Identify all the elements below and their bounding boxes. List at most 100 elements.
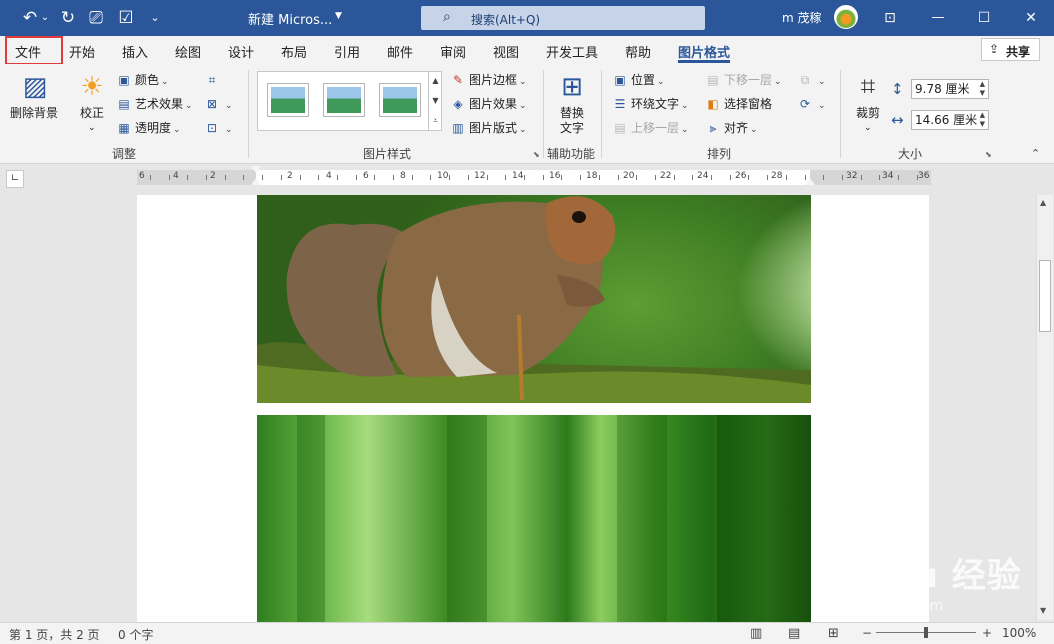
tab-view[interactable]: 视图: [493, 42, 519, 61]
alt-text-button-line2[interactable]: 文字: [560, 120, 584, 136]
collapse-ribbon-icon[interactable]: ⌃: [1031, 147, 1040, 160]
crop-button[interactable]: 裁剪: [856, 105, 880, 121]
artistic-effects-button[interactable]: ▤ 艺术效果 ⌄: [116, 96, 192, 114]
zoom-in-button[interactable]: +: [982, 626, 992, 640]
scrollbar-thumb[interactable]: [1039, 260, 1051, 332]
avatar[interactable]: [834, 5, 858, 29]
chevron-down-icon[interactable]: ▼: [335, 11, 342, 21]
height-spinner[interactable]: ▲ ▼: [980, 80, 985, 98]
close-icon[interactable]: ✕: [1021, 8, 1041, 28]
tab-insert[interactable]: 插入: [122, 42, 148, 61]
width-input[interactable]: 14.66 厘米 ▲ ▼: [911, 110, 989, 130]
print-layout-icon[interactable]: ▤: [788, 626, 800, 641]
minimize-icon[interactable]: —: [928, 8, 948, 28]
corrections-icon[interactable]: ☀: [76, 72, 108, 102]
selection-pane-button[interactable]: ◧ 选择窗格: [705, 96, 772, 112]
undo-icon[interactable]: ↶: [20, 8, 40, 28]
redo-icon[interactable]: ↻: [58, 8, 78, 28]
group-objects-button[interactable]: ⧉ ⌄: [797, 72, 826, 90]
share-button[interactable]: ⇪ 共享: [981, 38, 1040, 61]
ruler-tick: [318, 175, 319, 180]
tab-review[interactable]: 审阅: [440, 42, 466, 61]
ruler-tick: [879, 175, 880, 180]
tab-mailings[interactable]: 邮件: [387, 42, 413, 61]
form-check-icon[interactable]: ☑: [116, 8, 136, 28]
ruler-tick: [169, 175, 170, 180]
hanging-indent-marker[interactable]: [251, 178, 261, 185]
zoom-out-button[interactable]: −: [862, 626, 872, 640]
picture-styles-gallery[interactable]: [257, 71, 442, 131]
page-info[interactable]: 第 1 页，共 2 页: [9, 626, 100, 643]
position-button[interactable]: ▣ 位置 ⌄: [612, 72, 664, 90]
bamboo-photo[interactable]: [257, 415, 811, 625]
undo-dropdown-icon[interactable]: ⌄: [40, 8, 50, 28]
search-box[interactable]: ⌕ 搜索(Alt+Q): [421, 6, 705, 30]
scroll-down-icon[interactable]: ▼: [1040, 606, 1046, 615]
tab-references[interactable]: 引用: [334, 42, 360, 61]
crop-icon[interactable]: ⌗: [852, 72, 884, 102]
crop-dropdown-icon[interactable]: ⌄: [864, 120, 872, 136]
wrap-text-button[interactable]: ☰ 环绕文字 ⌄: [612, 96, 689, 114]
gallery-up-icon[interactable]: ▲: [429, 71, 442, 91]
tab-developer[interactable]: 开发工具: [546, 42, 598, 61]
tab-home[interactable]: 开始: [69, 42, 95, 61]
tab-help[interactable]: 帮助: [625, 42, 651, 61]
rotate-button[interactable]: ⟳ ⌄: [797, 96, 826, 114]
alt-text-icon[interactable]: ⊞: [556, 72, 588, 102]
tab-layout[interactable]: 布局: [281, 42, 307, 61]
color-button[interactable]: ▣ 颜色 ⌄: [116, 72, 168, 90]
change-picture-button[interactable]: ⊠ ⌄: [204, 96, 233, 114]
compress-pictures-button[interactable]: ⌗: [204, 72, 223, 88]
first-line-indent-marker[interactable]: [251, 166, 261, 173]
ribbon-display-options-icon[interactable]: ⊡: [880, 8, 900, 28]
read-mode-icon[interactable]: ▥: [750, 626, 762, 641]
bring-forward-button[interactable]: ▤ 上移一层 ⌄: [612, 120, 688, 138]
reset-picture-button[interactable]: ⊡ ⌄: [204, 120, 233, 138]
word-count[interactable]: 0 个字: [118, 626, 153, 643]
web-layout-icon[interactable]: ⊞: [828, 626, 839, 641]
ruler-tick: [524, 175, 525, 180]
maximize-icon[interactable]: ☐: [974, 8, 994, 28]
vertical-scrollbar[interactable]: [1036, 195, 1053, 620]
dialog-launcher-icon[interactable]: ⬊: [985, 150, 992, 159]
height-input[interactable]: 9.78 厘米 ▲ ▼: [911, 79, 989, 99]
alt-text-button-line1[interactable]: 替换: [560, 105, 584, 121]
remove-background-icon[interactable]: ▨: [18, 72, 52, 102]
customize-toolbar-icon[interactable]: ⌄: [148, 8, 162, 28]
corrections-button[interactable]: 校正: [80, 105, 104, 121]
chevron-down-icon: ⌄: [225, 101, 233, 111]
color-icon: ▣: [118, 73, 130, 87]
width-spinner[interactable]: ▲ ▼: [980, 111, 985, 129]
corrections-dropdown-icon[interactable]: ⌄: [88, 120, 96, 136]
tab-picture-format[interactable]: 图片格式: [678, 42, 730, 61]
remove-background-button[interactable]: 删除背景: [10, 105, 58, 121]
gallery-more-icon[interactable]: ⩡: [429, 111, 442, 131]
zoom-level[interactable]: 100%: [1002, 626, 1036, 640]
ruler-tick: [150, 175, 151, 180]
gallery-scroll[interactable]: ▲ ▼ ⩡: [428, 71, 442, 131]
picture-effects-button[interactable]: ◈ 图片效果 ⌄: [450, 96, 526, 114]
scroll-up-icon[interactable]: ▲: [1040, 198, 1046, 207]
tab-design[interactable]: 设计: [228, 42, 254, 61]
align-button[interactable]: ⫸ 对齐 ⌄: [705, 120, 758, 138]
picture-layout-button[interactable]: ▥ 图片版式 ⌄: [450, 120, 526, 138]
user-name[interactable]: m 茂稼: [782, 9, 822, 26]
document-title[interactable]: 新建 Micros...: [248, 9, 332, 28]
zoom-slider-thumb[interactable]: [924, 627, 928, 638]
wrap-text-icon: ☰: [614, 97, 626, 111]
style-thumbnail[interactable]: [324, 84, 364, 116]
send-backward-button[interactable]: ▤ 下移一层 ⌄: [705, 72, 781, 90]
tab-draw[interactable]: 绘图: [175, 42, 201, 61]
style-thumbnail[interactable]: [268, 84, 308, 116]
right-indent-marker[interactable]: [805, 178, 815, 185]
touch-mode-icon[interactable]: ⎚: [86, 8, 106, 28]
status-bar: 第 1 页，共 2 页 0 个字 ▥ ▤ ⊞ − + 100%: [0, 622, 1054, 644]
style-thumbnail[interactable]: [380, 84, 420, 116]
share-label: 共享: [1006, 45, 1031, 59]
gallery-down-icon[interactable]: ▼: [429, 91, 442, 111]
dialog-launcher-icon[interactable]: ⬊: [533, 150, 540, 159]
transparency-button[interactable]: ▦ 透明度 ⌄: [116, 120, 180, 138]
picture-border-button[interactable]: ✎ 图片边框 ⌄: [450, 72, 527, 90]
tab-selector[interactable]: ∟: [6, 170, 24, 188]
squirrel-photo[interactable]: [257, 195, 811, 403]
